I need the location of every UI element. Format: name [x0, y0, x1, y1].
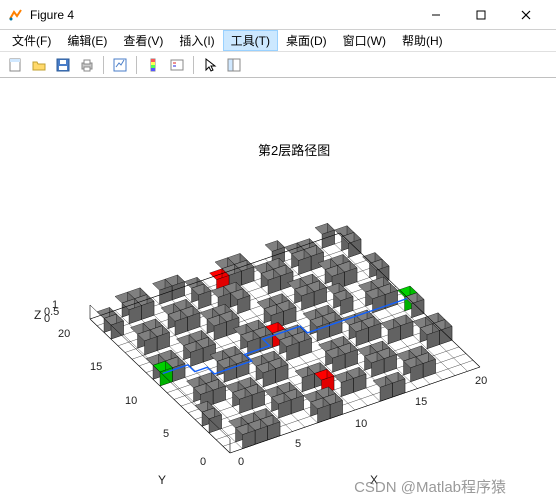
insert-legend-icon[interactable]	[166, 54, 188, 76]
x-tick: 5	[295, 438, 301, 450]
new-figure-icon[interactable]	[4, 54, 26, 76]
matlab-figure-icon	[8, 7, 24, 23]
save-icon[interactable]	[52, 54, 74, 76]
y-tick: 0	[200, 456, 206, 468]
minimize-button[interactable]	[413, 0, 458, 30]
maximize-button[interactable]	[458, 0, 503, 30]
figure-axes[interactable]: 第2层路径图 Z Y X 0 0.5 1 20 15 10 5 0 0 5 10…	[0, 78, 556, 503]
menu-tools[interactable]: 工具(T)	[223, 30, 278, 51]
chart-title: 第2层路径图	[258, 140, 330, 159]
menu-desktop[interactable]: 桌面(D)	[278, 30, 335, 51]
link-plot-icon[interactable]	[109, 54, 131, 76]
y-tick: 20	[58, 328, 70, 340]
pointer-icon[interactable]	[199, 54, 221, 76]
menubar: 文件(F) 编辑(E) 查看(V) 插入(I) 工具(T) 桌面(D) 窗口(W…	[0, 30, 556, 52]
plot-3d-svg	[35, 158, 525, 478]
toolbar-separator	[193, 56, 194, 74]
x-tick: 20	[475, 375, 487, 387]
x-tick: 15	[415, 396, 427, 408]
insert-colorbar-icon[interactable]	[142, 54, 164, 76]
z-axis-label: Z	[34, 308, 41, 322]
toolbar	[0, 52, 556, 78]
menu-window[interactable]: 窗口(W)	[335, 30, 394, 51]
toolbar-separator	[136, 56, 137, 74]
close-button[interactable]	[503, 0, 548, 30]
dock-figure-icon[interactable]	[223, 54, 245, 76]
menu-view[interactable]: 查看(V)	[115, 30, 171, 51]
titlebar: Figure 4	[0, 0, 556, 30]
y-tick: 10	[125, 395, 137, 407]
y-tick: 5	[163, 428, 169, 440]
x-tick: 10	[355, 418, 367, 430]
z-tick: 1	[52, 299, 58, 311]
y-tick: 15	[90, 361, 102, 373]
x-tick: 0	[238, 456, 244, 468]
menu-edit[interactable]: 编辑(E)	[59, 30, 115, 51]
menu-file[interactable]: 文件(F)	[4, 30, 59, 51]
open-file-icon[interactable]	[28, 54, 50, 76]
print-icon[interactable]	[76, 54, 98, 76]
toolbar-separator	[103, 56, 104, 74]
menu-help[interactable]: 帮助(H)	[394, 30, 451, 51]
window-title: Figure 4	[30, 8, 413, 22]
y-axis-label: Y	[158, 473, 166, 487]
menu-insert[interactable]: 插入(I)	[171, 30, 222, 51]
watermark: CSDN @Matlab程序猿	[354, 476, 506, 497]
axes-3d	[35, 158, 525, 478]
